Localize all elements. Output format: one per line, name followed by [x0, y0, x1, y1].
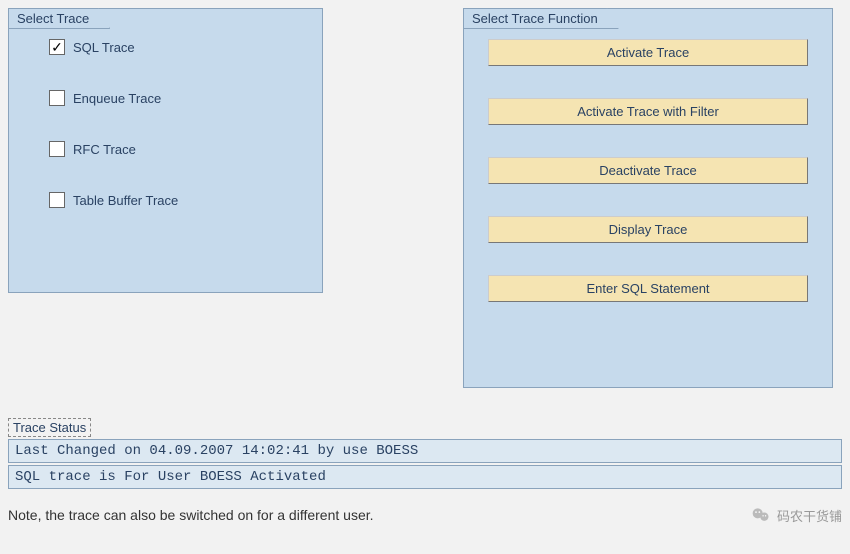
checkbox-row-table-buffer-trace: Table Buffer Trace: [49, 192, 302, 208]
checkbox-sql-trace[interactable]: ✓: [49, 39, 65, 55]
checkbox-label-rfc-trace: RFC Trace: [73, 142, 136, 157]
wechat-icon: [751, 505, 771, 525]
checkbox-enqueue-trace[interactable]: [49, 90, 65, 106]
watermark: 码农干货铺: [751, 505, 842, 525]
select-function-title: Select Trace Function: [463, 8, 619, 29]
checkbox-row-rfc-trace: RFC Trace: [49, 141, 302, 157]
checkbox-row-sql-trace: ✓ SQL Trace: [49, 39, 302, 55]
display-trace-button[interactable]: Display Trace: [488, 216, 808, 243]
trace-status-title: Trace Status: [8, 418, 91, 437]
trace-status-last-changed: Last Changed on 04.09.2007 14:02:41 by u…: [8, 439, 842, 463]
trace-status-section: Trace Status Last Changed on 04.09.2007 …: [8, 418, 842, 489]
note-text: Note, the trace can also be switched on …: [8, 507, 374, 523]
checkbox-label-sql-trace: SQL Trace: [73, 40, 135, 55]
select-trace-panel: Select Trace ✓ SQL Trace Enqueue Trace R…: [8, 8, 323, 293]
checkbox-label-table-buffer-trace: Table Buffer Trace: [73, 193, 178, 208]
trace-status-activated: SQL trace is For User BOESS Activated: [8, 465, 842, 489]
footer-row: Note, the trace can also be switched on …: [8, 505, 842, 525]
activate-trace-button[interactable]: Activate Trace: [488, 39, 808, 66]
select-trace-title: Select Trace: [8, 8, 110, 29]
checkbox-label-enqueue-trace: Enqueue Trace: [73, 91, 161, 106]
select-function-panel: Select Trace Function Activate Trace Act…: [463, 8, 833, 388]
checkbox-row-enqueue-trace: Enqueue Trace: [49, 90, 302, 106]
checkbox-rfc-trace[interactable]: [49, 141, 65, 157]
deactivate-trace-button[interactable]: Deactivate Trace: [488, 157, 808, 184]
activate-trace-filter-button[interactable]: Activate Trace with Filter: [488, 98, 808, 125]
watermark-text: 码农干货铺: [777, 506, 842, 525]
checkbox-table-buffer-trace[interactable]: [49, 192, 65, 208]
enter-sql-statement-button[interactable]: Enter SQL Statement: [488, 275, 808, 302]
